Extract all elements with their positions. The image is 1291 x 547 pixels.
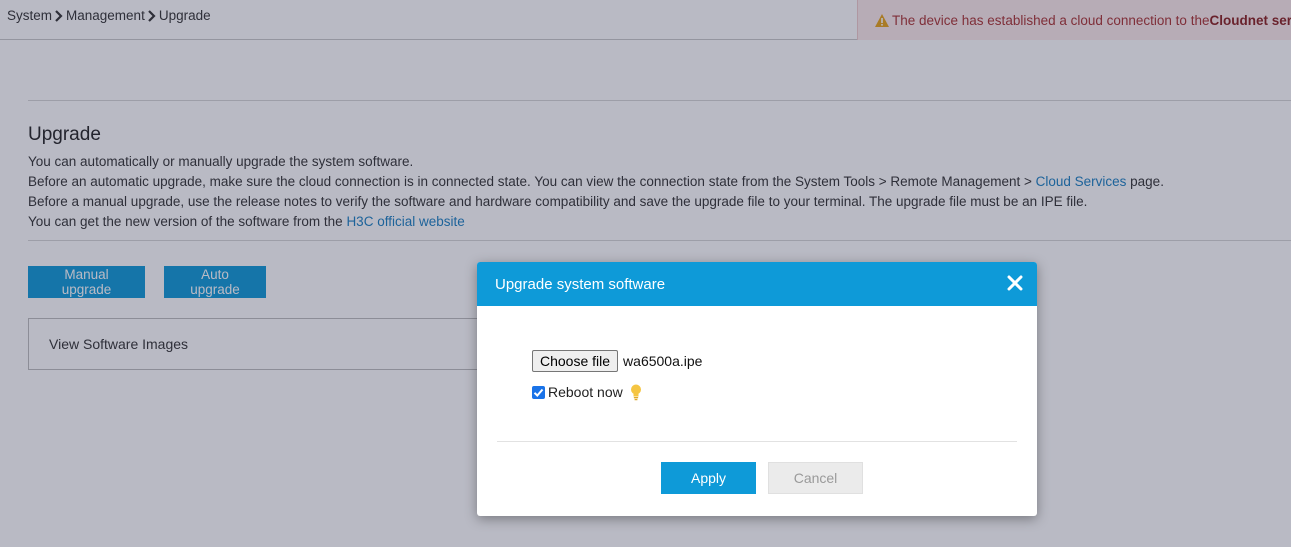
apply-button[interactable]: Apply	[661, 462, 756, 494]
upgrade-dialog: Upgrade system software Choose file wa65…	[477, 262, 1037, 516]
choose-file-button[interactable]: Choose file	[532, 350, 619, 372]
lightbulb-icon[interactable]	[630, 383, 642, 401]
upgrade-page: System Management Upgrade The device has…	[0, 0, 1291, 547]
reboot-now-label[interactable]: Reboot now	[548, 384, 623, 400]
dialog-divider	[497, 441, 1017, 442]
check-icon	[533, 388, 544, 397]
reboot-option: Reboot now	[532, 383, 642, 401]
reboot-now-checkbox[interactable]	[532, 385, 545, 399]
dialog-header: Upgrade system software	[477, 262, 1037, 306]
close-icon[interactable]	[1007, 275, 1023, 291]
dialog-title: Upgrade system software	[495, 275, 666, 293]
selected-file-name: wa6500a.ipe	[623, 353, 703, 369]
file-picker: Choose file wa6500a.ipe	[532, 350, 702, 372]
cancel-button[interactable]: Cancel	[768, 462, 863, 494]
